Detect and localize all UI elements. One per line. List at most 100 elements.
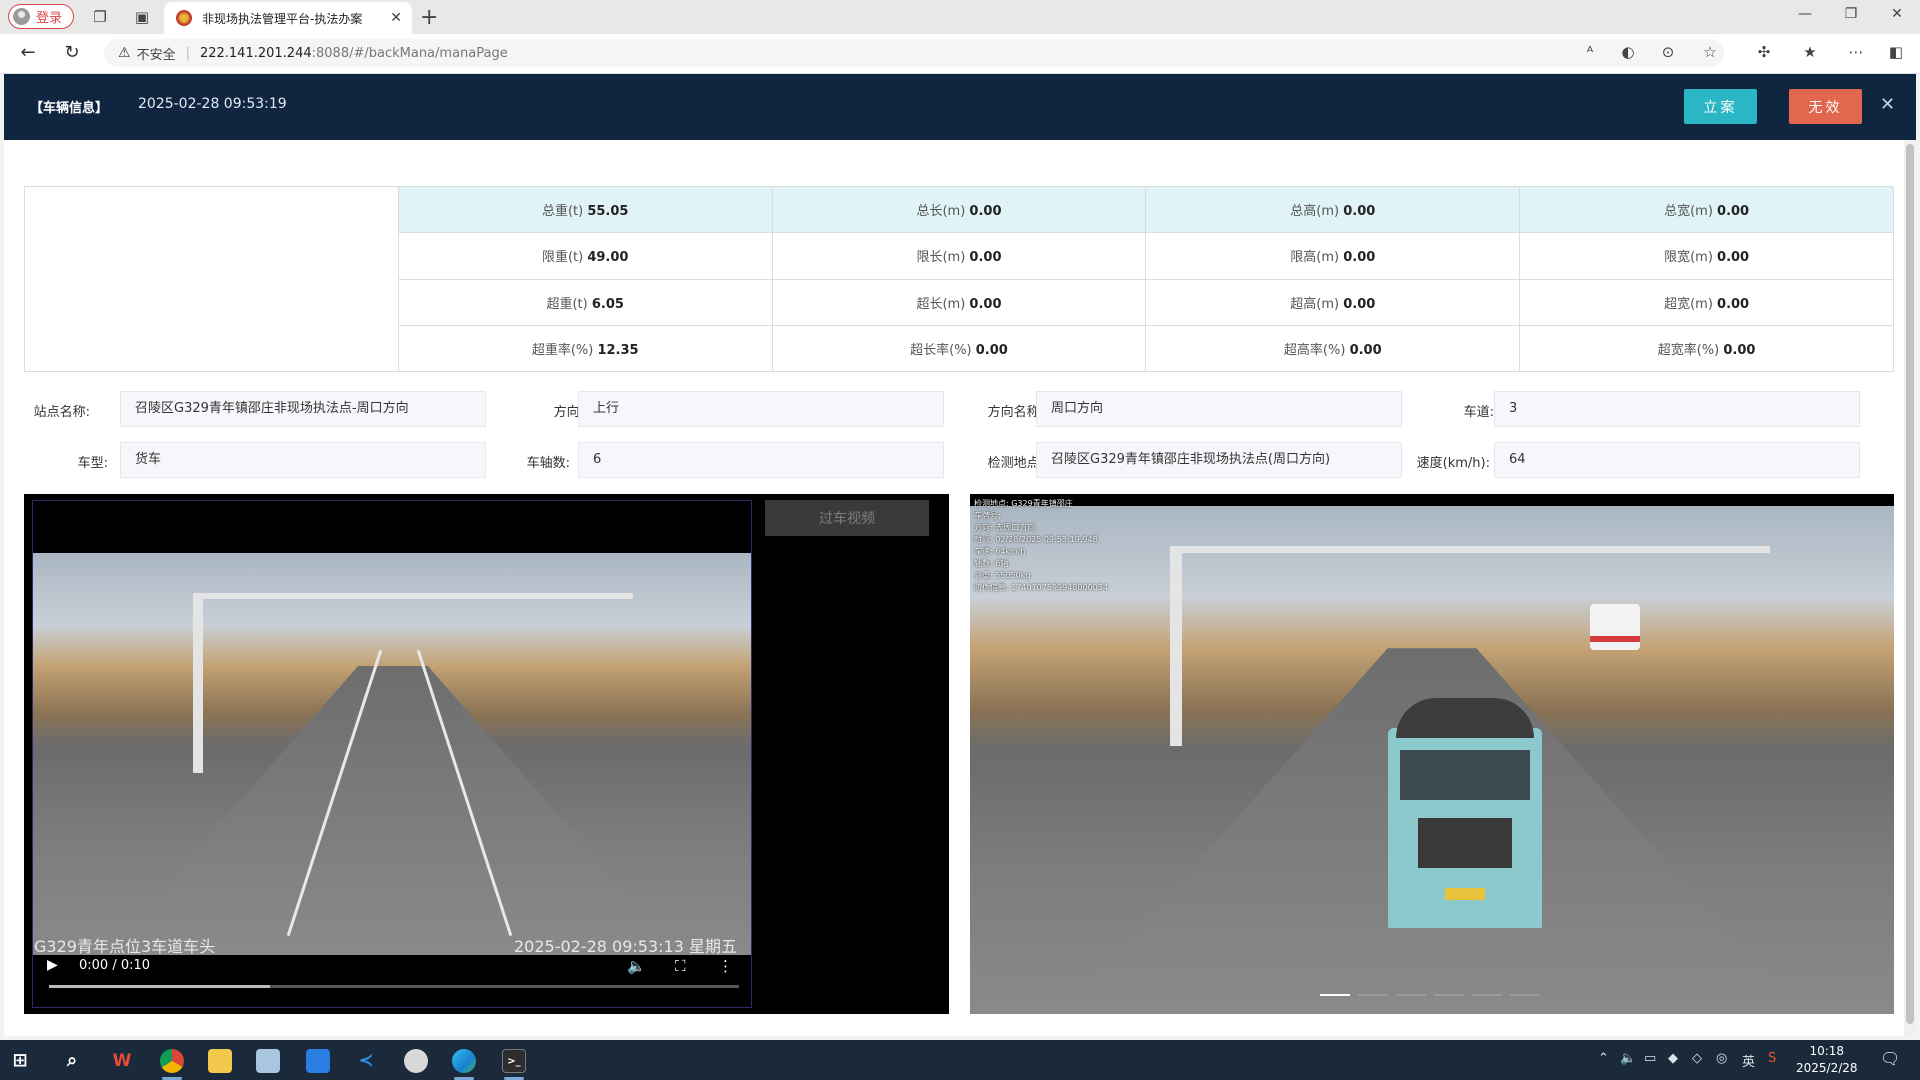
taskbar-app-5[interactable] — [298, 1046, 338, 1076]
volume-tray-icon[interactable]: 🔈 — [1620, 1051, 1636, 1066]
invalid-button[interactable]: 无效 — [1789, 89, 1862, 124]
fullscreen-icon[interactable]: ⛶ — [675, 957, 686, 975]
wechat-icon[interactable]: ◎ — [1716, 1051, 1727, 1066]
station-field[interactable]: 召陵区G329青年镇邵庄非现场执法点-周口方向 — [120, 391, 486, 427]
measurement-cell: 超重(t) 6.05 — [397, 278, 773, 326]
tray-lang-indicator[interactable]: 英 — [1742, 1051, 1755, 1070]
measurement-cell: 总高(m) 0.00 — [1145, 185, 1521, 234]
profile-button[interactable]: 登录 — [8, 4, 74, 29]
truck-plate — [1445, 888, 1485, 900]
restore-icon[interactable]: ❐ — [1836, 6, 1866, 22]
back-icon[interactable]: ← — [16, 42, 40, 63]
video-buffered-fill — [49, 985, 270, 988]
dialog-header: 【车辆信息】 2025-02-28 09:53:19 立案 无效 ✕ — [4, 74, 1916, 140]
measurement-label: 超宽(m) — [1664, 296, 1713, 312]
location-field[interactable]: 召陵区G329青年镇邵庄非现场执法点(周口方向) — [1036, 442, 1402, 478]
tab-close-icon[interactable]: ✕ — [390, 10, 402, 26]
measurement-value: 0.00 — [1343, 250, 1376, 266]
tray-app-icon[interactable]: ◇ — [1692, 1051, 1702, 1066]
chat-icon — [404, 1049, 428, 1073]
gantry-pole — [193, 593, 203, 773]
ambulance-vehicle — [1590, 604, 1640, 650]
scrollbar-thumb[interactable] — [1906, 144, 1914, 1024]
volume-icon[interactable]: 🔈 — [627, 957, 646, 975]
carousel-indicator[interactable] — [1358, 994, 1388, 996]
direction-field[interactable]: 上行 — [578, 391, 944, 427]
tab-title: 非现场执法管理平台-执法办案 — [202, 11, 363, 26]
dialog-close-icon[interactable]: ✕ — [1880, 94, 1895, 115]
info-row-1: 站点名称: 召陵区G329青年镇邵庄非现场执法点-周口方向 方向: 上行 方向名… — [24, 391, 1894, 427]
url-host: 222.141.201.244 — [199, 45, 312, 61]
carousel-indicator[interactable] — [1396, 994, 1426, 996]
sidebar-icon[interactable]: ◧ — [1884, 43, 1908, 61]
carousel-indicators — [1320, 994, 1540, 996]
start-button[interactable]: ⊞ — [0, 1046, 40, 1076]
measurement-cell: 限高(m) 0.00 — [1145, 232, 1521, 280]
read-aloud-icon[interactable]: ᴬ — [1578, 43, 1602, 61]
tray-app-icon[interactable]: ◆ — [1668, 1051, 1678, 1066]
taskbar-wps[interactable]: W — [102, 1046, 142, 1076]
plate-image-cell — [24, 186, 399, 372]
notification-icon[interactable]: 🗨 — [1880, 1049, 1900, 1068]
video-more-icon[interactable]: ⋮ — [718, 957, 733, 975]
favorites-icon[interactable]: ★ — [1798, 43, 1822, 61]
measurement-label: 超重(t) — [546, 296, 588, 312]
measurement-label: 超长率(%) — [910, 342, 972, 358]
network-icon[interactable]: ▭ — [1644, 1051, 1656, 1066]
vehicle-type-field[interactable]: 货车 — [120, 442, 486, 478]
measurement-cell: 限重(t) 49.00 — [397, 232, 773, 280]
sogou-tray-icon[interactable]: S — [1768, 1051, 1776, 1066]
video-camera-overlay: G329青年点位3车道车头 — [34, 937, 216, 956]
road-shape — [105, 665, 681, 955]
taskbar-chrome[interactable] — [152, 1046, 192, 1080]
section-label: 【车辆信息】 — [30, 101, 109, 116]
avatar-icon — [13, 8, 30, 25]
extensions-icon[interactable]: ✣ — [1752, 43, 1776, 61]
video-player[interactable]: G329青年点位3车道车头 2025-02-28 09:53:13 星期五 ▶ … — [32, 500, 752, 1008]
url-field[interactable]: ⚠ 不安全 | 222.141.201.244 :8088/#/backMana… — [104, 39, 1724, 67]
video-progress-bar[interactable] — [49, 985, 739, 988]
taskbar-app-4[interactable] — [248, 1046, 288, 1076]
clock-time: 10:18 — [1809, 1044, 1845, 1058]
new-tab-icon[interactable]: + — [420, 5, 438, 30]
measurement-label: 限高(m) — [1290, 250, 1340, 266]
collections-icon[interactable]: ❐ — [90, 7, 110, 27]
search-button[interactable]: ⌕ — [52, 1046, 92, 1076]
system-clock[interactable]: 10:18 2025/2/28 — [1796, 1043, 1858, 1077]
photo-carousel[interactable]: 检测地点: G329青年镇邵庄 车牌号: 方向: 去周口方向 时间: 02/28/20… — [970, 494, 1894, 1014]
taskbar-edge[interactable] — [444, 1046, 484, 1080]
window-close-icon[interactable]: ✕ — [1882, 6, 1912, 22]
edge-icon — [452, 1049, 476, 1073]
carousel-indicator[interactable] — [1320, 994, 1350, 996]
speed-field[interactable]: 64 — [1494, 442, 1860, 478]
play-icon[interactable]: ▶ — [47, 957, 58, 973]
tab-active[interactable]: 非现场执法管理平台-执法办案 ✕ — [164, 2, 412, 34]
address-bar-row: ← ↻ ⚠ 不安全 | 222.141.201.244 :8088/#/back… — [0, 34, 1920, 74]
axle-count-label: 车轴数: — [526, 456, 570, 471]
pass-video-button[interactable]: 过车视频 — [765, 500, 929, 536]
taskbar-terminal[interactable]: >_ — [494, 1046, 534, 1080]
settings-more-icon[interactable]: ⋯ — [1844, 43, 1868, 61]
lane-field[interactable]: 3 — [1494, 391, 1860, 427]
truck-cargo — [1396, 698, 1534, 738]
taskbar-vscode[interactable]: ≺ — [346, 1046, 386, 1076]
carousel-indicator[interactable] — [1510, 994, 1540, 996]
axle-count-field[interactable]: 6 — [578, 442, 944, 478]
refresh-icon[interactable]: ↻ — [60, 42, 84, 63]
tab-actions-icon[interactable]: ▣ — [132, 7, 152, 27]
station-label: 站点名称: — [33, 405, 90, 420]
carousel-indicator[interactable] — [1472, 994, 1502, 996]
tray-chevron-icon[interactable]: ⌃ — [1598, 1051, 1609, 1066]
video-controls: ▶ 0:00 / 0:10 🔈 ⛶ ⋮ — [33, 955, 751, 1007]
more-tools-icon[interactable]: ⊙ — [1656, 43, 1680, 61]
taskbar-chat[interactable] — [396, 1046, 436, 1076]
favorite-star-icon[interactable]: ☆ — [1698, 43, 1722, 61]
measurement-label: 超宽率(%) — [1657, 342, 1720, 358]
taskbar-explorer[interactable] — [200, 1046, 240, 1076]
measurement-label: 总宽(m) — [1664, 204, 1713, 220]
direction-name-field[interactable]: 周口方向 — [1036, 391, 1402, 427]
file-case-button[interactable]: 立案 — [1684, 89, 1757, 124]
translate-icon[interactable]: ◐ — [1616, 43, 1640, 61]
minimize-icon[interactable]: — — [1790, 6, 1820, 22]
carousel-indicator[interactable] — [1434, 994, 1464, 996]
